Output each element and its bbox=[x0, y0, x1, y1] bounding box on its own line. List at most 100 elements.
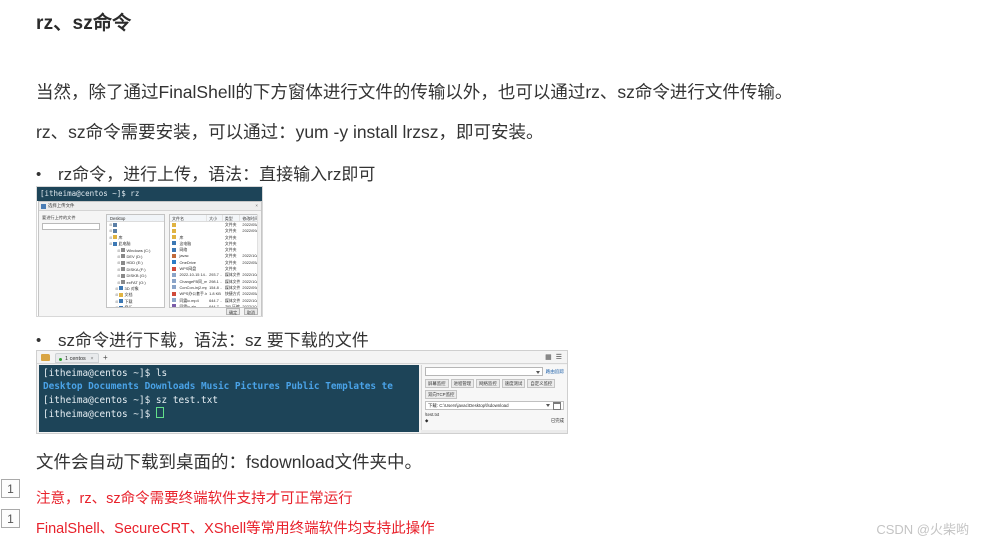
dialog-title: 选择上传文件 bbox=[48, 203, 75, 208]
dialog-titlebar: 选择上传文件 × bbox=[39, 202, 261, 211]
terminal-tab-centos[interactable]: 1 centos × bbox=[55, 353, 99, 363]
page-title: rz、sz命令 bbox=[36, 13, 132, 34]
panel-tool-buttons: 屏幕监控 进程管理 网络监控 速度测试 自定义监控双向TCP监控 bbox=[425, 379, 564, 399]
paragraph-intro: 当然，除了通过FinalShell的下方窗体进行文件的传输以外，也可以通过rz、… bbox=[36, 82, 793, 102]
file-type-icon bbox=[172, 253, 176, 258]
folder-tree-item-label: HDD (E:) bbox=[126, 260, 143, 266]
folder-icon[interactable] bbox=[41, 354, 50, 361]
panel-tool-button[interactable]: 双向TCP监控 bbox=[425, 390, 458, 399]
folder-icon bbox=[121, 273, 125, 278]
tab-close-icon[interactable]: × bbox=[90, 356, 93, 362]
folder-icon bbox=[113, 235, 117, 240]
host-select[interactable] bbox=[425, 367, 543, 376]
file-type-icon bbox=[172, 285, 176, 290]
terminal-cursor bbox=[155, 407, 164, 419]
folder-tree-item-label: Windows (C:) bbox=[126, 247, 151, 253]
panel-tool-button[interactable]: 速度测试 bbox=[501, 379, 526, 388]
folder-tree-item-label: 文档 bbox=[124, 292, 133, 298]
terminal-line: [itheima@centos ~]$ sz test.txt bbox=[43, 394, 419, 407]
file-type-icon bbox=[172, 228, 176, 233]
dialog-app-icon bbox=[41, 204, 46, 209]
folder-icon bbox=[121, 267, 125, 272]
terminal-prompt-2: [itheima@centos ~]$ bbox=[43, 394, 156, 406]
gutter-marker-1: 1 bbox=[1, 479, 20, 498]
warning-note-1: 注意，rz、sz命令需要终端软件支持才可正常运行 bbox=[36, 491, 353, 507]
file-type-icon bbox=[172, 298, 176, 303]
column-header-type[interactable]: 类型 bbox=[223, 215, 241, 221]
toolbar-layout-icons[interactable]: ▦ ☰ bbox=[545, 354, 563, 362]
upload-file-dialog: 选择上传文件 × 要进行上传的文件 Desktop ⊞ ⊞ ⊞ 库 ⊞ 此电脑 ⊞ Windo… bbox=[38, 201, 262, 316]
file-name-label: OneDrive bbox=[179, 259, 196, 265]
file-type-icon bbox=[172, 235, 176, 240]
download-status-row: ◆ 已完成 bbox=[425, 418, 564, 424]
terminal-output[interactable]: [itheima@centos ~]$ ls Desktop Documents… bbox=[39, 365, 419, 432]
bullet-sz-text: sz命令进行下载，语法：sz 要下载的文件 bbox=[58, 331, 369, 350]
terminal-tab-label: 1 centos bbox=[65, 356, 86, 362]
file-name-label: javac bbox=[179, 253, 189, 259]
file-type-icon bbox=[172, 247, 176, 252]
terminal-ls-output: Desktop Documents Downloads Music Pictur… bbox=[43, 381, 393, 393]
folder-tree-item-label: 3D 对象 bbox=[124, 285, 139, 291]
paragraph-fsdownload: 文件会自动下载到桌面的：fsdownload文件夹中。 bbox=[36, 452, 423, 472]
file-type-icon bbox=[172, 279, 176, 284]
file-name-cell: 同震ic.zip bbox=[170, 304, 207, 307]
ok-button[interactable]: 确定 bbox=[226, 307, 241, 315]
dialog-scrollbar[interactable] bbox=[257, 214, 260, 308]
folder-tree-item-label: exFAT (O:) bbox=[126, 279, 146, 285]
folder-tree-item[interactable]: ⊞音乐 bbox=[107, 305, 164, 308]
folder-icon bbox=[121, 260, 125, 265]
folder-icon bbox=[121, 280, 125, 285]
terminal-prompt-1: [itheima@centos ~]$ bbox=[43, 368, 156, 379]
open-folder-icon[interactable] bbox=[553, 401, 561, 410]
folder-icon bbox=[121, 254, 125, 259]
file-type-icon bbox=[172, 241, 176, 246]
panel-tool-button[interactable]: 进程管理 bbox=[450, 379, 475, 388]
panel-tool-button[interactable]: 网络监控 bbox=[476, 379, 500, 388]
close-icon[interactable]: × bbox=[255, 203, 258, 208]
folder-tree-panel[interactable]: Desktop ⊞ ⊞ ⊞ 库 ⊞ 此电脑 ⊞ Windows (C:) ⊞ DEV (D:) ⊞ H… bbox=[106, 214, 165, 308]
folder-tree-item-label: 此电脑 bbox=[118, 241, 131, 247]
screenshot-sz-terminal: 1 centos × + ▦ ☰ [itheima@centos ~]$ ls … bbox=[36, 350, 568, 434]
file-type-icon bbox=[172, 260, 176, 265]
new-tab-icon[interactable]: + bbox=[103, 353, 108, 363]
finalshell-side-panel: 路由追踪 屏幕监控 进程管理 网络监控 速度测试 自定义监控双向TCP监控 下载: C:… bbox=[421, 365, 567, 432]
cancel-button[interactable]: 取消 bbox=[244, 307, 258, 315]
column-header-size[interactable]: 大小 bbox=[207, 215, 223, 221]
route-trace-button[interactable]: 路由追踪 bbox=[546, 369, 564, 375]
folder-tree-item-label: DISKA (F:) bbox=[126, 266, 146, 272]
folder-icon bbox=[113, 228, 117, 233]
bullet-rz-text: rz命令，进行上传，语法：直接输入rz即可 bbox=[58, 165, 376, 184]
panel-scrollbar[interactable] bbox=[421, 430, 567, 433]
file-name-label: 这电脑 bbox=[179, 240, 192, 246]
file-name-label: 2022-10-15 14... bbox=[179, 272, 208, 278]
column-header-name[interactable]: 文件名 bbox=[170, 215, 208, 221]
chevron-down-icon bbox=[535, 370, 540, 374]
chevron-down-icon[interactable] bbox=[546, 404, 550, 407]
rz-terminal-prompt: [itheima@centos ~]$ rz bbox=[37, 187, 262, 201]
terminal-cmd-2: sz test.txt bbox=[155, 394, 218, 406]
terminal-tabbar: 1 centos × + ▦ ☰ bbox=[37, 351, 567, 364]
folder-tree-item-label: 音乐 bbox=[124, 305, 133, 308]
upload-field-label: 要进行上传的文件 bbox=[42, 215, 76, 220]
panel-tool-button[interactable]: 屏幕监控 bbox=[425, 379, 449, 388]
folder-icon bbox=[119, 286, 123, 291]
dialog-buttons: 确定 取消 bbox=[223, 307, 258, 315]
panel-tool-button[interactable]: 自定义监控 bbox=[527, 379, 556, 388]
article-page: rz、sz命令 当然，除了通过FinalShell的下方窗体进行文件的传输以外，… bbox=[0, 0, 983, 546]
gutter-marker-2: 1 bbox=[1, 509, 20, 528]
file-type-icon bbox=[172, 304, 176, 307]
file-list-panel[interactable]: 文件名 大小 类型 修改时间 文件夹 2022/05/0 文件夹 2022/09/0 库… bbox=[169, 214, 260, 308]
folder-icon bbox=[119, 292, 123, 297]
download-progress-icon: ◆ bbox=[425, 418, 429, 423]
file-type-icon bbox=[172, 266, 176, 271]
csdn-watermark: CSDN @火柴哟 bbox=[876, 522, 969, 537]
upload-path-input[interactable] bbox=[42, 223, 100, 230]
file-name-label: 同震ic.mp4 bbox=[179, 297, 199, 303]
file-name-label: 网络 bbox=[179, 247, 188, 253]
download-path-row[interactable]: 下载: C:\Users\javac\Desktop\fsdownload bbox=[425, 401, 564, 410]
folder-tree-item-label: DISKB (G:) bbox=[126, 273, 147, 279]
folder-icon bbox=[113, 222, 117, 227]
download-status-label: 已完成 bbox=[550, 418, 564, 423]
file-name-label: ConCon-inj2.mp4 bbox=[179, 284, 208, 290]
folder-tree-item-label: 库 bbox=[118, 234, 123, 240]
